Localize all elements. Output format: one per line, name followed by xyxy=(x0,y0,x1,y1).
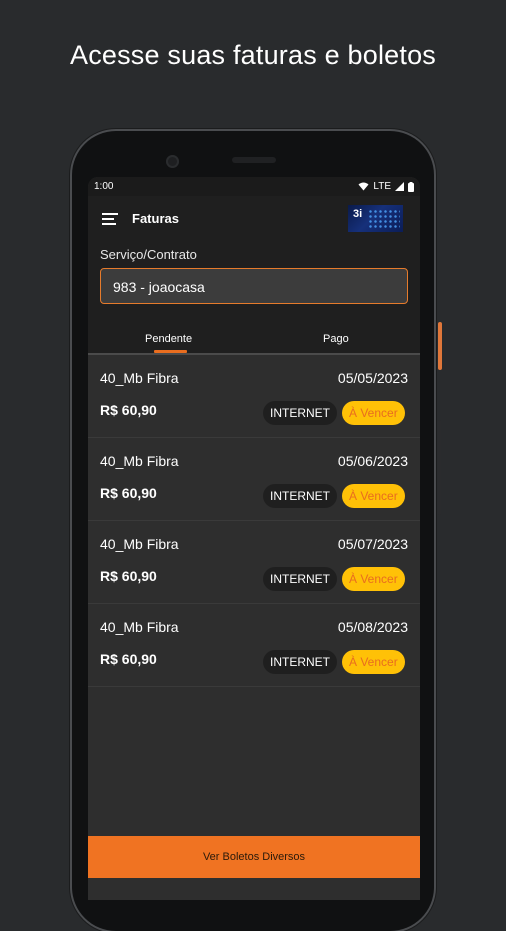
volume-button xyxy=(438,420,441,515)
camera-icon xyxy=(166,155,179,168)
invoice-price: R$ 60,90 xyxy=(100,485,157,501)
speaker-grille xyxy=(232,157,276,163)
invoice-price: R$ 60,90 xyxy=(100,651,157,667)
invoice-plan: 40_Mb Fibra xyxy=(100,370,179,386)
invoice-price: R$ 60,90 xyxy=(100,568,157,584)
invoice-plan: 40_Mb Fibra xyxy=(100,453,179,469)
invoice-item[interactable]: 40_Mb Fibra 05/08/2023 R$ 60,90 INTERNET… xyxy=(88,604,420,687)
service-tag: INTERNET xyxy=(263,650,337,674)
contract-label: Serviço/Contrato xyxy=(100,247,197,262)
invoice-date: 05/05/2023 xyxy=(337,370,408,386)
service-tag: INTERNET xyxy=(263,401,337,425)
invoice-plan: 40_Mb Fibra xyxy=(100,619,179,635)
page-title: Faturas xyxy=(132,211,179,226)
status-time: 1:00 xyxy=(94,181,114,192)
status-tabs: Pendente Pago xyxy=(88,326,420,353)
wifi-icon xyxy=(358,182,369,191)
battery-icon xyxy=(408,181,414,192)
service-tag: INTERNET xyxy=(263,567,337,591)
status-badge: À Vencer xyxy=(342,567,405,591)
app-screen: 1:00 LTE Faturas 3i Serviço/Contrato 983… xyxy=(88,177,420,900)
logo-text: 3i xyxy=(353,208,363,220)
invoice-item[interactable]: 40_Mb Fibra 05/06/2023 R$ 60,90 INTERNET… xyxy=(88,438,420,521)
view-boletos-button[interactable]: Ver Boletos Diversos xyxy=(88,836,420,878)
invoice-date: 05/06/2023 xyxy=(337,453,408,469)
status-badge: À Vencer xyxy=(342,650,405,674)
invoice-price: R$ 60,90 xyxy=(100,402,157,418)
company-logo: 3i xyxy=(348,205,403,232)
invoice-item[interactable]: 40_Mb Fibra 05/05/2023 R$ 60,90 INTERNET… xyxy=(88,355,420,438)
active-tab-indicator xyxy=(154,350,187,353)
status-badge: À Vencer xyxy=(342,484,405,508)
contract-select[interactable]: 983 - joaocasa xyxy=(100,268,408,304)
power-button xyxy=(438,322,442,370)
promo-headline: Acesse suas faturas e boletos xyxy=(69,40,436,70)
service-tag: INTERNET xyxy=(263,484,337,508)
invoice-date: 05/08/2023 xyxy=(337,619,408,635)
contract-form: Serviço/Contrato 983 - joaocasa Pendente… xyxy=(88,242,420,353)
network-type: LTE xyxy=(373,181,391,192)
status-icons: LTE xyxy=(358,181,414,192)
status-bar: 1:00 LTE xyxy=(88,177,420,196)
app-bar: Faturas 3i xyxy=(88,196,420,242)
menu-icon[interactable] xyxy=(102,213,118,225)
invoice-list: 40_Mb Fibra 05/05/2023 R$ 60,90 INTERNET… xyxy=(88,355,420,687)
tab-pago[interactable]: Pago xyxy=(323,333,349,345)
invoice-item[interactable]: 40_Mb Fibra 05/07/2023 R$ 60,90 INTERNET… xyxy=(88,521,420,604)
invoice-plan: 40_Mb Fibra xyxy=(100,536,179,552)
tab-pendente[interactable]: Pendente xyxy=(145,333,192,345)
signal-icon xyxy=(395,182,404,191)
status-badge: À Vencer xyxy=(342,401,405,425)
invoice-date: 05/07/2023 xyxy=(337,536,408,552)
